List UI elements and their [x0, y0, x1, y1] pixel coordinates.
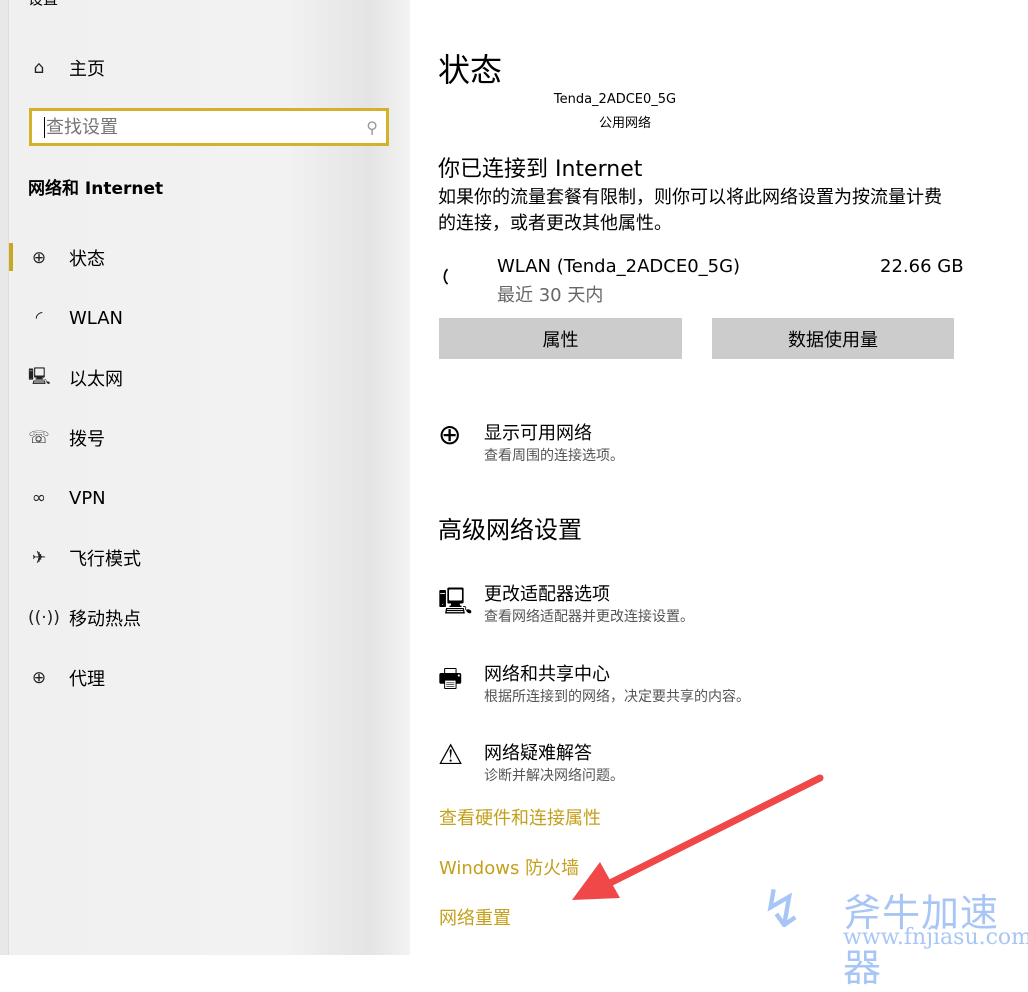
window-edge [0, 0, 9, 955]
watermark-logo-icon: ↯ [760, 880, 804, 940]
nav-wlan[interactable]: ◜ WLAN [28, 303, 123, 333]
page-title: 状态 [438, 51, 503, 89]
sharing-center-icon: 🖶 [438, 664, 463, 694]
advanced-heading: 高级网络设置 [438, 516, 582, 544]
network-reset-link[interactable]: 网络重置 [439, 904, 511, 930]
usage-network-name: WLAN (Tenda_2ADCE0_5G) [497, 256, 741, 277]
adapter-options-link[interactable]: 更改适配器选项 [484, 580, 610, 606]
watermark-url: www.fnjiasu.com [843, 925, 1028, 950]
ethernet-icon: 🖳 [28, 366, 51, 387]
globe-icon: ⊕ [31, 668, 47, 688]
nav-home[interactable]: ⌂ 主页 [28, 53, 105, 83]
home-icon: ⌂ [33, 58, 45, 78]
show-networks-desc: 查看周围的连接选项。 [484, 448, 624, 464]
nav-label: 飞行模式 [69, 549, 141, 570]
sidebar: 设置 ⌂ 主页 ⚲ 网络和 Internet ⊕ 状态 ◜ WLAN 🖳 以太网 ☏ 拨号… [0, 0, 410, 955]
nav-airplane[interactable]: ✈ 飞行模式 [28, 543, 141, 573]
nav-label: VPN [69, 487, 106, 509]
nav-label: 状态 [69, 249, 105, 270]
globe-icon: ⊕ [438, 418, 462, 451]
usage-period: 最近 30 天内 [497, 285, 604, 306]
nav-label: 拨号 [69, 429, 105, 450]
usage-amount: 22.66 GB [880, 256, 964, 277]
adapter-options-desc: 查看网络适配器并更改连接设置。 [484, 609, 694, 625]
app-title: 设置 [28, 0, 58, 9]
nav-home-label: 主页 [69, 59, 105, 80]
nav-label: 代理 [69, 669, 105, 690]
vpn-icon: ∞ [31, 488, 47, 508]
properties-button[interactable]: 属性 [439, 318, 682, 359]
nav-ethernet[interactable]: 🖳 以太网 [28, 363, 123, 393]
nav-label: WLAN [69, 307, 124, 329]
firewall-link[interactable]: Windows 防火墙 [439, 854, 579, 880]
nav-proxy[interactable]: ⊕ 代理 [28, 663, 105, 693]
data-usage-button[interactable]: 数据使用量 [712, 318, 954, 359]
selected-indicator [9, 243, 13, 271]
nav-hotspot[interactable]: ((·)) 移动热点 [28, 603, 141, 633]
nav-label: 移动热点 [69, 609, 141, 630]
show-networks-link[interactable]: 显示可用网络 [484, 419, 592, 445]
nav-vpn[interactable]: ∞ VPN [28, 483, 106, 513]
search-input[interactable] [44, 116, 367, 138]
nav-dialup[interactable]: ☏ 拨号 [28, 423, 105, 453]
wifi-icon: ◜ [35, 308, 43, 328]
search-box[interactable]: ⚲ [29, 108, 389, 146]
hotspot-icon: ((·)) [28, 608, 60, 628]
nav-label: 以太网 [69, 369, 123, 390]
adapter-icon: 🖳 [438, 587, 473, 617]
dialup-icon: ☏ [28, 428, 50, 448]
section-title: 网络和 Internet [28, 179, 164, 199]
warning-icon: ⚠ [438, 738, 464, 771]
sharing-center-link[interactable]: 网络和共享中心 [484, 660, 610, 686]
nav-status[interactable]: ⊕ 状态 [28, 243, 105, 273]
troubleshoot-link[interactable]: 网络疑难解答 [484, 739, 592, 765]
sharing-center-desc: 根据所连接到的网络，决定要共享的内容。 [484, 689, 750, 705]
wifi-icon: ◜ [433, 263, 467, 296]
connected-heading: 你已连接到 Internet [438, 157, 643, 182]
airplane-icon: ✈ [31, 548, 47, 568]
connected-description: 如果你的流量套餐有限制，则你可以将此网络设置为按流量计费的连接，或者更改其他属性… [438, 187, 942, 234]
search-icon[interactable]: ⚲ [366, 118, 378, 137]
globe-icon: ⊕ [31, 248, 47, 268]
network-type: 公用网络 [598, 116, 651, 131]
network-name: Tenda_2ADCE0_5G [553, 92, 677, 107]
